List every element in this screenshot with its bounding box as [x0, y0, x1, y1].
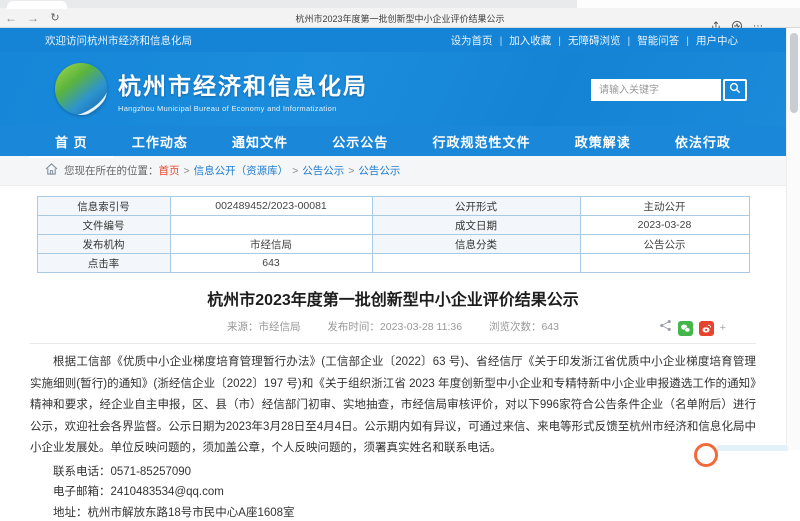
link-add-favorite[interactable]: 加入收藏: [509, 33, 568, 48]
browser-refresh-icon[interactable]: ↻: [44, 9, 66, 27]
nav-item-policy-interpretation[interactable]: 政策解读: [575, 126, 631, 157]
scrollbar-track[interactable]: [786, 28, 800, 450]
info-value-category: 公告公示: [580, 235, 749, 254]
contact-phone: 联系电话：0571-85257090: [30, 464, 756, 481]
search-icon: [729, 81, 741, 99]
breadcrumb-home[interactable]: 首页: [159, 163, 194, 178]
article-meta: 来源：市经信局 发布时间：2023-03-28 11:36 浏览次数：643 +: [0, 319, 786, 335]
contact-email: 电子邮箱：2410483534@qq.com: [30, 484, 756, 501]
home-icon[interactable]: [45, 163, 64, 178]
nav-item-notices[interactable]: 通知文件: [232, 126, 288, 157]
site-name: 杭州市经济和信息化局: [118, 67, 368, 101]
table-row: 文件编号 成文日期 2023-03-28: [37, 216, 749, 235]
info-value-clicks: 643: [170, 254, 372, 273]
nav-item-law-admin[interactable]: 依法行政: [675, 126, 731, 157]
article-body: 根据工信部《优质中小企业梯度培育管理暂行办法》(工信部企业〔2022〕63 号)…: [0, 344, 786, 521]
table-row: 点击率 643: [37, 254, 749, 273]
page: 欢迎访问杭州市经济和信息化局 设为首页 加入收藏 无障碍浏览 智能问答 用户中心…: [0, 28, 786, 450]
site-header: 杭州市经济和信息化局 Hangzhou Municipal Bureau of …: [0, 52, 786, 126]
breadcrumb-announcements[interactable]: 公告公示: [302, 163, 358, 178]
search-input[interactable]: [591, 79, 721, 101]
browser-back-icon[interactable]: ←: [0, 9, 22, 27]
link-user-center[interactable]: 用户中心: [696, 33, 738, 48]
info-empty-cell: [580, 254, 749, 273]
info-label-category: 信息分类: [372, 235, 580, 254]
breadcrumb-prefix: 您现在所在的位置：: [64, 163, 159, 178]
info-value-date: 2023-03-28: [580, 216, 749, 235]
floating-widget-icon[interactable]: [694, 443, 718, 467]
contact-address: 地址：杭州市解放东路18号市民中心A座1608室: [30, 505, 756, 521]
article-publish-time: 发布时间：2023-03-28 11:36: [327, 321, 462, 333]
table-row: 发布机构 市经信局 信息分类 公告公示: [37, 235, 749, 254]
nav-item-announcements[interactable]: 公示公告: [332, 126, 388, 157]
article-source: 来源：市经信局: [227, 321, 301, 333]
welcome-text: 欢迎访问杭州市经济和信息化局: [45, 33, 192, 48]
link-accessibility[interactable]: 无障碍浏览: [568, 33, 637, 48]
site-search: [591, 79, 747, 101]
share-toolbar: +: [659, 319, 726, 337]
article-view-count: 浏览次数：643: [489, 321, 559, 333]
info-value-index: 002489452/2023-00081: [170, 197, 372, 216]
info-label-disclosure-form: 公开形式: [372, 197, 580, 216]
browser-page-title: 杭州市2023年度第一批创新型中小企业评价结果公示: [0, 12, 800, 25]
breadcrumb: 您现在所在的位置： 首页 信息公开（资源库） 公告公示 公告公示: [0, 156, 786, 186]
breadcrumb-info-disclosure[interactable]: 信息公开（资源库）: [194, 163, 303, 178]
site-name-english: Hangzhou Municipal Bureau of Economy and…: [118, 104, 368, 113]
browser-tab-bar: [0, 0, 800, 8]
info-label-doc-number: 文件编号: [37, 216, 170, 235]
breadcrumb-current[interactable]: 公告公示: [358, 163, 400, 178]
article-content: 信息索引号 002489452/2023-00081 公开形式 主动公开 文件编…: [0, 186, 786, 521]
share-nodes-icon[interactable]: [659, 319, 672, 337]
browser-chrome: ← → ↻ 杭州市2023年度第一批创新型中小企业评价结果公示 ⋯: [0, 0, 800, 28]
tab-bar-highlight: [577, 0, 800, 8]
info-label-clicks: 点击率: [37, 254, 170, 273]
info-value-doc-number: [170, 216, 372, 235]
floating-toolbar[interactable]: [716, 445, 788, 451]
info-value-issuer: 市经信局: [170, 235, 372, 254]
search-button[interactable]: [723, 79, 747, 101]
site-logo[interactable]: [55, 63, 107, 115]
browser-forward-icon[interactable]: →: [22, 9, 44, 27]
info-label-issuer: 发布机构: [37, 235, 170, 254]
more-share-icon[interactable]: +: [720, 322, 726, 334]
main-nav: 首 页 工作动态 通知文件 公示公告 行政规范性文件 政策解读 依法行政: [0, 126, 786, 156]
utility-bar: 欢迎访问杭州市经济和信息化局 设为首页 加入收藏 无障碍浏览 智能问答 用户中心: [0, 28, 786, 52]
nav-item-home[interactable]: 首 页: [55, 126, 88, 157]
wechat-share-icon[interactable]: [678, 321, 693, 336]
link-set-homepage[interactable]: 设为首页: [451, 33, 510, 48]
table-row: 信息索引号 002489452/2023-00081 公开形式 主动公开: [37, 197, 749, 216]
weibo-share-icon[interactable]: [699, 321, 714, 336]
link-smart-qa[interactable]: 智能问答: [637, 33, 696, 48]
browser-toolbar: ← → ↻ 杭州市2023年度第一批创新型中小企业评价结果公示 ⋯: [0, 8, 800, 28]
info-empty-cell: [372, 254, 580, 273]
document-info-table: 信息索引号 002489452/2023-00081 公开形式 主动公开 文件编…: [37, 196, 750, 273]
article-title: 杭州市2023年度第一批创新型中小企业评价结果公示: [0, 286, 786, 310]
info-label-date: 成文日期: [372, 216, 580, 235]
info-value-disclosure-form: 主动公开: [580, 197, 749, 216]
article-paragraph: 根据工信部《优质中小企业梯度培育管理暂行办法》(工信部企业〔2022〕63 号)…: [30, 352, 756, 460]
scrollbar-thumb[interactable]: [790, 33, 798, 113]
nav-item-regulatory-docs[interactable]: 行政规范性文件: [432, 126, 530, 157]
info-label-index: 信息索引号: [37, 197, 170, 216]
nav-item-work-news[interactable]: 工作动态: [132, 126, 188, 157]
